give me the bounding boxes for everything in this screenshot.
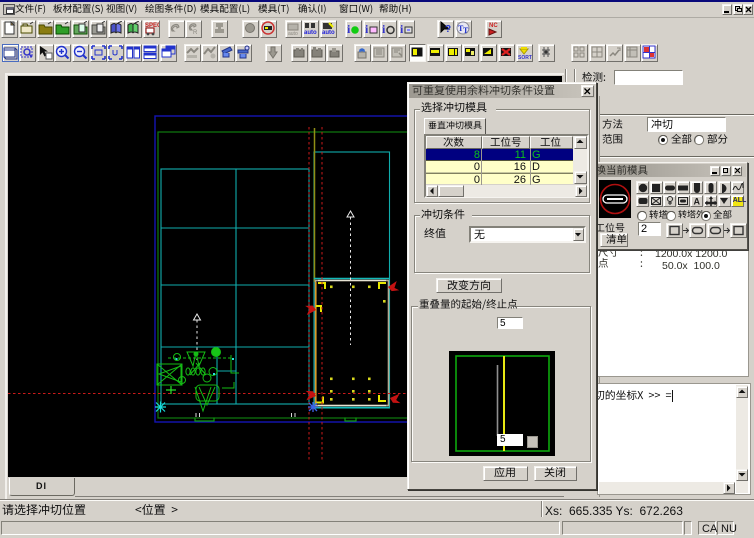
svg-text:?: ? bbox=[445, 24, 451, 35]
svg-text:i: i bbox=[382, 22, 386, 36]
svg-text:auto: auto bbox=[304, 30, 317, 36]
svg-text:i: i bbox=[347, 22, 351, 36]
svg-text:SORT: SORT bbox=[518, 55, 532, 60]
svg-text:A: A bbox=[693, 197, 700, 207]
svg-text:R: R bbox=[193, 30, 198, 36]
svg-text:i: i bbox=[400, 22, 404, 36]
svg-text:NC: NC bbox=[489, 23, 498, 29]
svg-text:auto: auto bbox=[322, 30, 335, 36]
svg-text:auto: auto bbox=[288, 31, 298, 36]
svg-text:T: T bbox=[463, 26, 469, 35]
svg-text:i: i bbox=[365, 22, 369, 36]
